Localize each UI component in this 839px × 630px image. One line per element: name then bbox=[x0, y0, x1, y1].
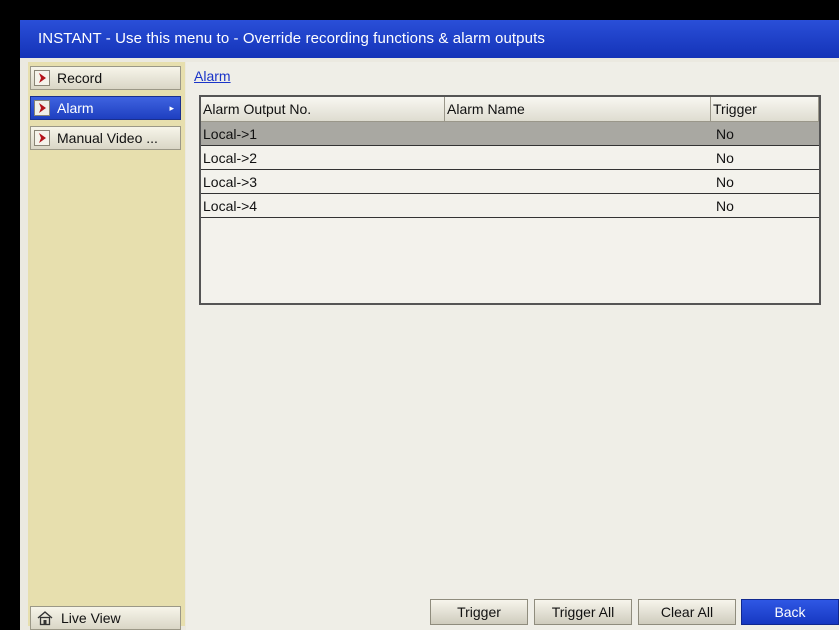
table-row[interactable]: Local->2 No bbox=[201, 146, 819, 170]
chevron-right-icon bbox=[34, 130, 50, 146]
main-panel: Alarm Alarm Output No. Alarm Name Trigge… bbox=[186, 62, 839, 630]
dvr-window: INSTANT - Use this menu to - Override re… bbox=[20, 20, 839, 630]
sidebar: Record Alarm ▸ Manual Video ... Live Vie… bbox=[28, 62, 185, 630]
alarm-output-cell: Local->4 bbox=[203, 198, 258, 214]
alarm-output-table: Alarm Output No. Alarm Name Trigger Loca… bbox=[199, 95, 821, 305]
trigger-cell: No bbox=[716, 126, 734, 142]
tab-alarm[interactable]: Alarm bbox=[194, 68, 231, 84]
home-icon bbox=[37, 610, 53, 626]
sidebar-item-label: Manual Video ... bbox=[57, 130, 158, 146]
trigger-cell: No bbox=[716, 198, 734, 214]
table-row[interactable]: Local->1 No bbox=[201, 122, 819, 146]
sidebar-item-manual-video[interactable]: Manual Video ... bbox=[30, 126, 181, 150]
alarm-output-cell: Local->1 bbox=[203, 126, 258, 142]
sidebar-item-label: Alarm bbox=[57, 100, 94, 116]
column-header-trigger[interactable]: Trigger bbox=[711, 97, 819, 121]
live-view-label: Live View bbox=[61, 610, 121, 626]
clear-all-button[interactable]: Clear All bbox=[638, 599, 736, 625]
table-row[interactable]: Local->4 No bbox=[201, 194, 819, 218]
live-view-button[interactable]: Live View bbox=[30, 606, 181, 630]
sidebar-item-label: Record bbox=[57, 70, 103, 86]
trigger-cell: No bbox=[716, 174, 734, 190]
trigger-all-button[interactable]: Trigger All bbox=[534, 599, 632, 625]
sidebar-item-record[interactable]: Record bbox=[30, 66, 181, 90]
column-header-alarm-output-no[interactable]: Alarm Output No. bbox=[201, 97, 445, 121]
table-row[interactable]: Local->3 No bbox=[201, 170, 819, 194]
chevron-right-icon bbox=[34, 70, 50, 86]
table-header: Alarm Output No. Alarm Name Trigger bbox=[201, 97, 819, 122]
sidebar-item-alarm[interactable]: Alarm ▸ bbox=[30, 96, 181, 120]
column-header-alarm-name[interactable]: Alarm Name bbox=[445, 97, 711, 121]
back-button[interactable]: Back bbox=[741, 599, 839, 625]
alarm-output-cell: Local->3 bbox=[203, 174, 258, 190]
alarm-output-cell: Local->2 bbox=[203, 150, 258, 166]
trigger-button[interactable]: Trigger bbox=[430, 599, 528, 625]
chevron-right-icon bbox=[34, 100, 50, 116]
window-title: INSTANT - Use this menu to - Override re… bbox=[20, 20, 839, 58]
submenu-caret-icon: ▸ bbox=[169, 103, 174, 113]
trigger-cell: No bbox=[716, 150, 734, 166]
